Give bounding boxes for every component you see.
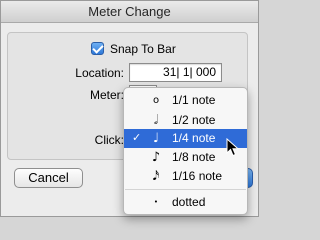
half-note-icon: 𝅗𝅥	[153, 113, 159, 128]
menu-item-half-note[interactable]: 𝅗𝅥 1/2 note	[124, 111, 247, 130]
menu-item-sixteenth-note[interactable]: 𝅘𝅥𝅯 1/16 note	[124, 167, 247, 186]
checkbox-checked-icon[interactable]	[91, 42, 104, 55]
cancel-button[interactable]: Cancel	[14, 168, 83, 188]
quarter-note-icon: ♩	[152, 131, 160, 146]
location-field[interactable]: 31| 1| 000	[129, 63, 222, 82]
menu-item-whole-note[interactable]: o 1/1 note	[124, 91, 247, 110]
window-title: Meter Change	[1, 1, 258, 23]
whole-note-icon: o	[152, 95, 160, 106]
dot-icon: •	[153, 198, 159, 206]
location-label: Location:	[75, 66, 124, 80]
meter-label: Meter:	[89, 88, 124, 102]
click-label: Click:	[94, 133, 124, 147]
snap-to-bar-checkbox[interactable]: Snap To Bar	[91, 41, 176, 57]
menu-separator	[125, 189, 246, 190]
mouse-pointer-icon	[226, 138, 240, 157]
snap-to-bar-label: Snap To Bar	[110, 42, 176, 56]
eighth-note-icon: ♪	[151, 150, 161, 165]
checkmark-icon: ✓	[132, 132, 142, 144]
menu-item-dotted[interactable]: • dotted	[124, 193, 247, 212]
sixteenth-note-icon: 𝅘𝅥𝅯	[152, 169, 160, 184]
